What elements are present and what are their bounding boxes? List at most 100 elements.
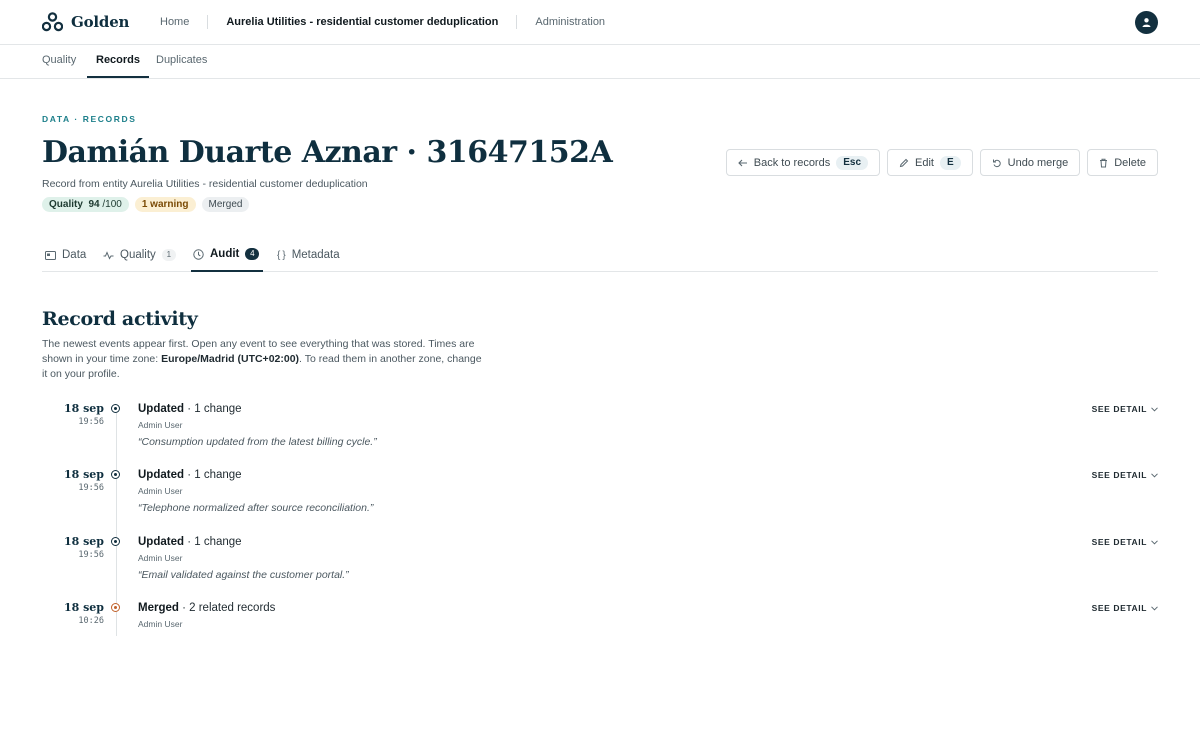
status-badge: Merged (201, 197, 250, 212)
quality-max: /100 (102, 199, 122, 210)
nav-current-project[interactable]: Aurelia Utilities - residential customer… (208, 16, 516, 28)
event-summary: · 1 change (187, 403, 242, 415)
event-summary: · 1 change (187, 536, 242, 548)
delete-button-label: Delete (1114, 156, 1146, 169)
event-time: 19:56 (78, 483, 104, 493)
subnav-duplicates[interactable]: Duplicates (156, 45, 207, 78)
nav-administration[interactable]: Administration (517, 16, 623, 28)
chevron-down-icon (1151, 406, 1158, 412)
tab-metadata-label: Metadata (291, 249, 340, 261)
event-time: 19:56 (78, 550, 104, 560)
event-heading: Updated · 1 change (138, 536, 242, 548)
event-action: Updated (138, 403, 184, 415)
golden-logo-icon (42, 12, 63, 32)
tab-audit[interactable]: Audit 4 (191, 240, 264, 272)
top-bar: Golden Home Aurelia Utilities - resident… (0, 0, 1200, 45)
event-user: Admin User (138, 553, 183, 563)
app-name: Golden (71, 13, 130, 31)
see-detail-button[interactable]: SEE DETAIL (1092, 603, 1158, 613)
chevron-down-icon (1151, 539, 1158, 545)
secondary-nav: Quality Records Duplicates (0, 45, 1200, 79)
tab-quality-count: 1 (161, 249, 176, 261)
event-user: Admin User (138, 420, 183, 430)
event-time: 10:26 (78, 616, 104, 626)
merge-dot-icon (111, 603, 120, 612)
back-to-records-button[interactable]: Back to records Esc (725, 149, 881, 176)
esc-shortcut: Esc (836, 155, 869, 170)
quality-badge: Quality 94 /100 (42, 197, 129, 212)
edit-button-label: Edit (915, 156, 934, 169)
tab-quality[interactable]: Quality 1 (103, 240, 176, 272)
page-title: Damián Duarte Aznar · 31647152A (42, 135, 613, 170)
delete-button[interactable]: Delete (1087, 149, 1158, 176)
trash-icon (1100, 158, 1108, 167)
event-action: Updated (138, 536, 184, 548)
tab-data[interactable]: Data (45, 240, 86, 272)
see-detail-label: SEE DETAIL (1091, 603, 1147, 613)
braces-icon: { } (277, 249, 286, 261)
quality-score: 94 (88, 199, 100, 210)
back-button-label: Back to records (753, 156, 831, 169)
event-date: 18 sep (63, 535, 104, 548)
undo-merge-button[interactable]: Undo merge (979, 149, 1081, 176)
record-badges: Quality 94 /100 1 warning Merged (42, 197, 250, 212)
see-detail-button[interactable]: SEE DETAIL (1092, 470, 1158, 480)
event-note: “Email validated against the customer po… (138, 569, 349, 581)
tab-metadata[interactable]: { } Metadata (277, 240, 340, 272)
chevron-down-icon (1151, 605, 1158, 611)
event-summary: · 1 change (187, 469, 242, 481)
event-heading: Updated · 1 change (138, 403, 242, 415)
record-actions: Back to records Esc Edit E Undo merge De… (725, 149, 1158, 176)
event-dot-icon (111, 537, 120, 546)
logo[interactable]: Golden (42, 12, 129, 32)
edit-shortcut: E (939, 155, 961, 170)
pencil-icon (899, 158, 909, 167)
record-tabs: Data Quality 1 Audit 4 { } Metadata (42, 240, 1158, 272)
event-dot-icon (111, 404, 120, 413)
event-date: 18 sep (63, 601, 104, 614)
top-nav: Home Aurelia Utilities - residential cus… (142, 14, 623, 30)
edit-button[interactable]: Edit E (887, 149, 973, 176)
breadcrumb: DATA · RECORDS (42, 114, 137, 124)
event-date: 18 sep (63, 402, 104, 415)
user-icon (1142, 18, 1151, 27)
see-detail-label: SEE DETAIL (1091, 470, 1147, 480)
pulse-icon (103, 250, 114, 260)
event-dot-icon (111, 470, 120, 479)
timezone-label: Europe/Madrid (UTC+02:00) (161, 353, 300, 365)
event-heading: Merged · 2 related records (138, 602, 275, 614)
event-summary: · 2 related records (182, 602, 276, 614)
event-action: Merged (138, 602, 179, 614)
tab-data-label: Data (62, 249, 87, 261)
user-avatar[interactable] (1135, 11, 1158, 34)
event-note: “Consumption updated from the latest bil… (138, 436, 377, 448)
see-detail-label: SEE DETAIL (1091, 537, 1147, 547)
see-detail-label: SEE DETAIL (1091, 404, 1147, 414)
see-detail-button[interactable]: SEE DETAIL (1092, 404, 1158, 414)
arrow-left-icon (738, 159, 747, 166)
event-user: Admin User (138, 619, 183, 629)
subnav-records[interactable]: Records (87, 45, 150, 78)
warning-badge: 1 warning (134, 197, 196, 212)
undo-merge-label: Undo merge (1007, 156, 1069, 169)
activity-title: Record activity (42, 308, 198, 330)
record-subtitle: Record from entity Aurelia Utilities - r… (42, 178, 368, 190)
card-icon (45, 250, 56, 260)
event-note: “Telephone normalized after source recon… (138, 502, 374, 514)
chevron-down-icon (1151, 472, 1158, 478)
event-date: 18 sep (63, 468, 104, 481)
clock-icon (193, 248, 204, 260)
tab-audit-count: 4 (245, 248, 260, 260)
event-user: Admin User (138, 486, 183, 496)
tab-quality-label: Quality (120, 249, 156, 261)
see-detail-button[interactable]: SEE DETAIL (1092, 537, 1158, 547)
subnav-quality[interactable]: Quality (42, 45, 76, 78)
event-action: Updated (138, 469, 184, 481)
quality-badge-label: Quality (49, 199, 83, 210)
activity-description: The newest events appear first. Open any… (42, 337, 482, 382)
event-time: 19:56 (78, 417, 104, 427)
tab-audit-label: Audit (210, 248, 240, 260)
event-heading: Updated · 1 change (138, 469, 242, 481)
undo-icon (992, 159, 1001, 167)
nav-home[interactable]: Home (142, 16, 207, 28)
